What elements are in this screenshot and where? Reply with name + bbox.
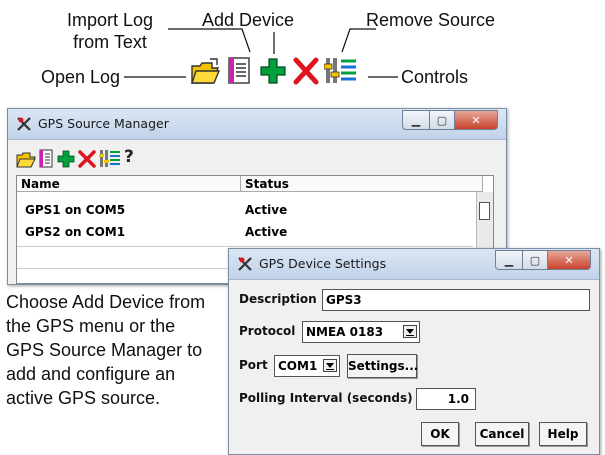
add-device-icon[interactable] — [56, 149, 76, 169]
source-manager-titlebar[interactable]: GPS Source Manager ▁ ▢ ✕ — [8, 109, 506, 140]
port-value: COM1 — [278, 359, 318, 373]
list-item[interactable]: GPS2 on COM1 Active — [21, 222, 473, 242]
device-settings-titlebar[interactable]: GPS Device Settings ▁ ▢ ✕ — [229, 249, 599, 280]
controls-icon[interactable] — [99, 149, 121, 169]
protocol-value: NMEA 0183 — [306, 325, 384, 339]
source-name: GPS2 on COM1 — [25, 225, 126, 239]
ok-button[interactable]: OK — [421, 422, 459, 446]
source-status: Active — [245, 225, 288, 239]
close-button[interactable]: ✕ — [548, 250, 591, 270]
polling-interval-field[interactable]: 1.0 — [416, 388, 476, 410]
import-log-icon[interactable] — [226, 56, 252, 86]
source-name: GPS1 on COM5 — [25, 203, 126, 217]
app-icon — [238, 257, 252, 271]
app-icon — [17, 117, 31, 131]
remove-source-icon[interactable] — [77, 149, 97, 169]
source-manager-title: GPS Source Manager — [38, 116, 169, 131]
gps-device-settings-window: GPS Device Settings ▁ ▢ ✕ Description GP… — [228, 248, 600, 455]
port-select[interactable]: COM1 — [274, 355, 340, 377]
polling-interval-label: Polling Interval (seconds) — [239, 391, 413, 405]
source-status: Active — [245, 203, 288, 217]
add-device-icon[interactable] — [258, 56, 288, 86]
controls-icon[interactable] — [324, 56, 358, 86]
port-label: Port — [239, 358, 268, 372]
scroll-up-arrow[interactable] — [479, 202, 490, 220]
maximize-button[interactable]: ▢ — [430, 110, 455, 130]
cancel-button[interactable]: Cancel — [475, 422, 529, 446]
open-log-icon[interactable] — [190, 56, 220, 86]
close-button[interactable]: ✕ — [455, 110, 498, 130]
chevron-down-icon[interactable] — [403, 325, 417, 338]
port-settings-button[interactable]: Settings... — [347, 354, 418, 378]
minimize-button[interactable]: ▁ — [402, 110, 430, 130]
device-settings-title: GPS Device Settings — [259, 256, 387, 271]
column-header-status[interactable]: Status — [241, 176, 483, 192]
help-button[interactable]: Help — [539, 422, 587, 446]
minimize-button[interactable]: ▁ — [495, 250, 523, 270]
list-item[interactable]: GPS1 on COM5 Active — [21, 200, 473, 220]
description-label: Description — [239, 292, 317, 306]
open-log-icon[interactable] — [16, 149, 36, 169]
column-header-name[interactable]: Name — [17, 176, 241, 192]
protocol-label: Protocol — [239, 324, 296, 338]
remove-source-icon[interactable] — [292, 56, 320, 86]
instruction-text: Choose Add Device from the GPS menu or t… — [6, 292, 206, 408]
chevron-down-icon[interactable] — [323, 359, 337, 372]
import-log-icon[interactable] — [38, 149, 54, 169]
protocol-select[interactable]: NMEA 0183 — [302, 321, 420, 343]
help-icon[interactable]: ? — [124, 147, 134, 167]
description-field[interactable]: GPS3 — [322, 289, 590, 311]
maximize-button[interactable]: ▢ — [523, 250, 548, 270]
